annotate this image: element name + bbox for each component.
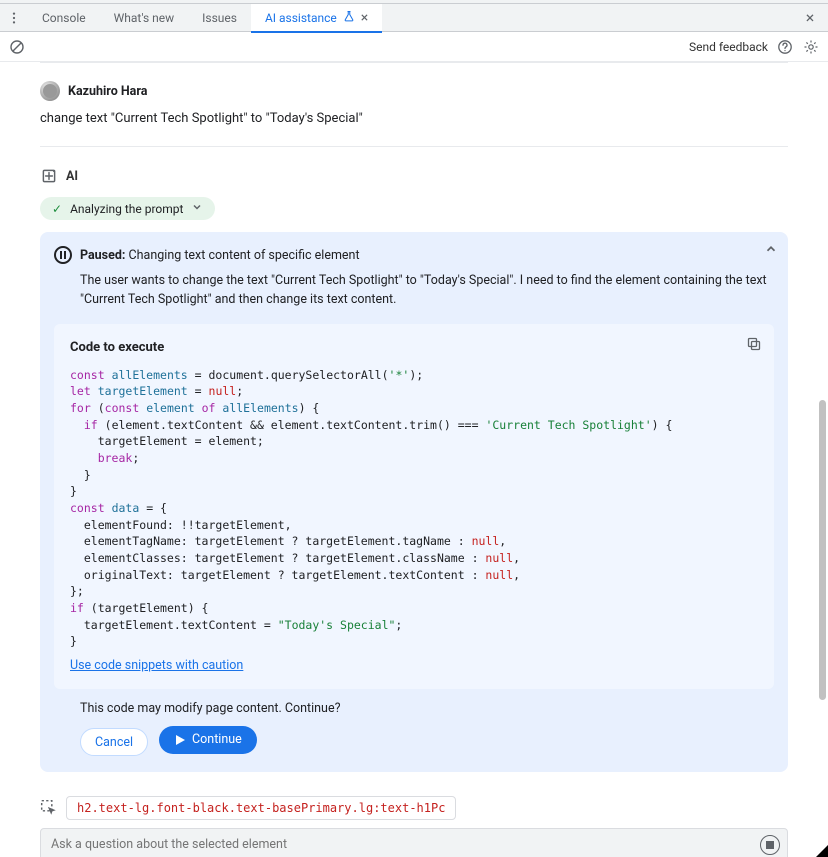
analyzing-chip[interactable]: ✓ Analyzing the prompt [40, 197, 215, 220]
close-panel-button[interactable]: × [798, 6, 822, 30]
stop-button[interactable] [760, 835, 780, 855]
copy-icon[interactable] [746, 336, 762, 355]
cancel-button[interactable]: Cancel [80, 728, 148, 756]
paused-card: Paused: Changing text content of specifi… [40, 232, 788, 772]
caution-link[interactable]: Use code snippets with caution [70, 658, 243, 673]
paused-title: Paused: Changing text content of specifi… [80, 248, 360, 263]
continue-question: This code may modify page content. Conti… [80, 701, 774, 716]
tab-console[interactable]: Console [28, 4, 100, 32]
tab-ai-assistance[interactable]: AI assistance × [251, 4, 382, 32]
code-block[interactable]: const allElements = document.querySelect… [70, 367, 758, 650]
sparkle-icon [40, 167, 58, 185]
element-picker-icon[interactable] [40, 799, 58, 817]
paused-body-text: The user wants to change the text "Curre… [54, 272, 774, 310]
tab-whats-new[interactable]: What's new [100, 4, 189, 32]
continue-button[interactable]: Continue [159, 726, 257, 754]
tab-label: Console [42, 11, 86, 25]
chevron-down-icon [191, 201, 203, 216]
send-feedback-link[interactable]: Send feedback [689, 40, 768, 54]
code-title: Code to execute [70, 340, 758, 355]
block-icon[interactable] [8, 38, 26, 56]
chevron-up-icon[interactable] [764, 242, 778, 259]
chat-scroll-area[interactable]: Kazuhiro Hara change text "Current Tech … [0, 62, 828, 857]
composer: h2.text-lg.font-black.text-basePrimary.l… [40, 796, 788, 857]
user-name: Kazuhiro Hara [68, 84, 147, 99]
chat-input[interactable] [40, 828, 788, 857]
check-icon: ✓ [52, 202, 62, 216]
tab-menu-button[interactable] [0, 4, 28, 32]
ai-message: AI ✓ Analyzing the prompt Paused: Changi… [40, 167, 788, 772]
tab-label: AI assistance [265, 11, 337, 25]
flask-icon [343, 10, 355, 25]
separator [40, 62, 788, 63]
gear-icon[interactable] [802, 38, 820, 56]
scrollbar[interactable] [819, 400, 826, 700]
close-icon[interactable]: × [361, 11, 368, 25]
tab-bar: Console What's new Issues AI assistance … [0, 4, 828, 32]
user-message-text: change text "Current Tech Spotlight" to … [40, 111, 788, 126]
help-icon[interactable] [776, 38, 794, 56]
context-element-chip[interactable]: h2.text-lg.font-black.text-basePrimary.l… [66, 796, 456, 820]
resize-corner-icon[interactable] [816, 845, 828, 857]
code-card: Code to execute const allElements = docu… [54, 324, 774, 689]
tab-label: Issues [202, 11, 237, 25]
chip-label: Analyzing the prompt [70, 202, 183, 216]
pause-icon [54, 246, 72, 264]
tab-issues[interactable]: Issues [188, 4, 251, 32]
toolbar: Send feedback [0, 32, 828, 62]
avatar [40, 81, 60, 101]
user-message: Kazuhiro Hara change text "Current Tech … [40, 81, 788, 147]
ai-label: AI [66, 169, 78, 184]
tab-label: What's new [114, 11, 175, 25]
